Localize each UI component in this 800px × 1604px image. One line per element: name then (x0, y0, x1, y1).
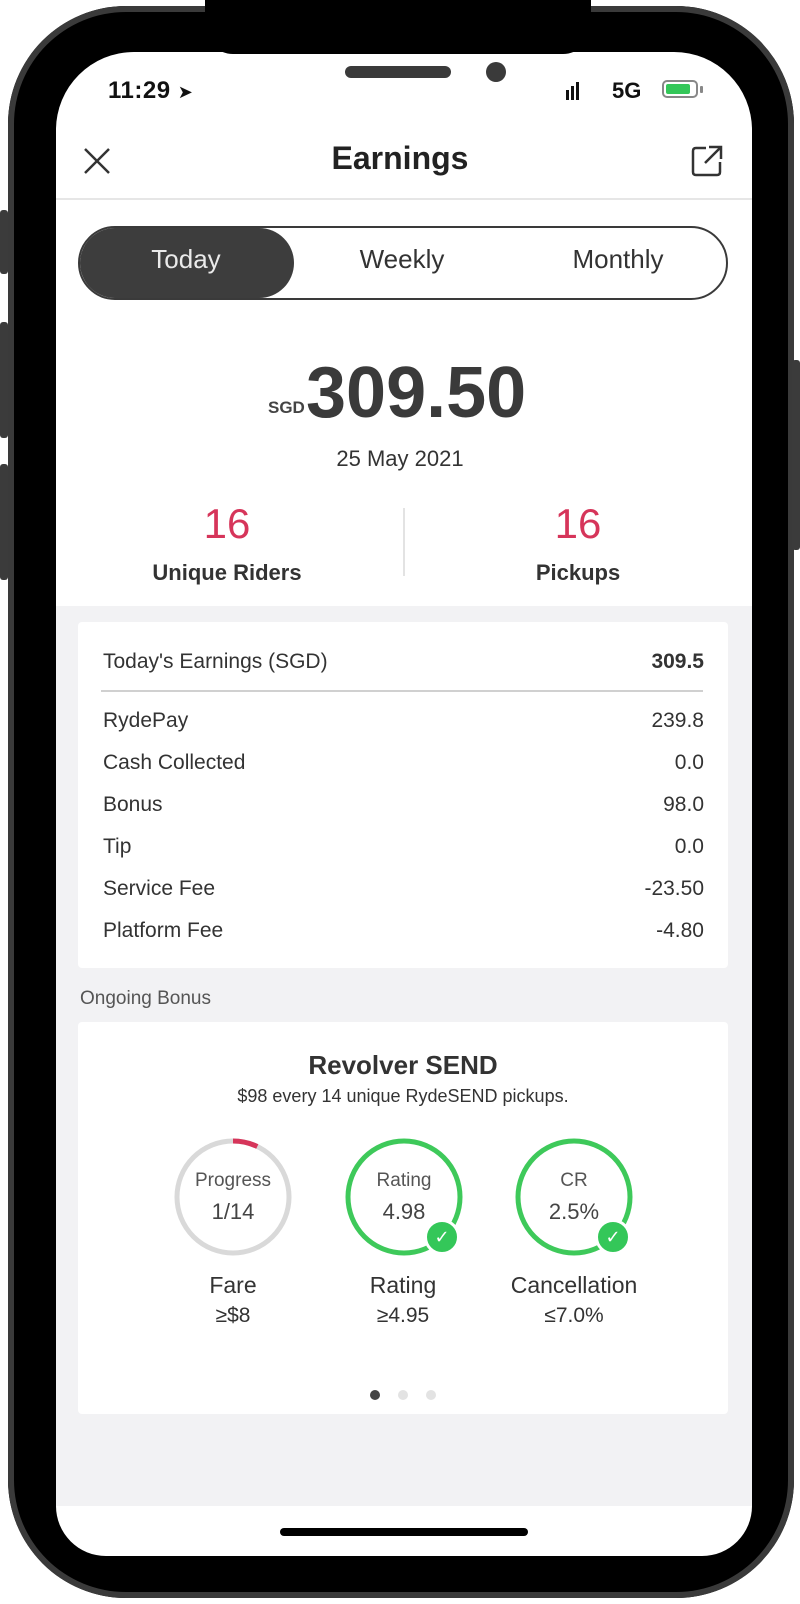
camera (486, 62, 506, 82)
earnings-row-value: 0.0 (674, 751, 704, 774)
earnings-row-value: -4.80 (656, 919, 704, 942)
ongoing-bonus-label: Ongoing Bonus (80, 988, 211, 1009)
cancellation-ring-label: CR (560, 1170, 588, 1191)
progress-ring (172, 1136, 294, 1258)
page-dot-2[interactable] (398, 1390, 408, 1400)
earnings-total: 309.5 (651, 650, 704, 673)
network-label: 5G (612, 78, 642, 103)
earnings-row-value: -23.50 (644, 877, 704, 900)
earnings-row-value: 98.0 (663, 793, 704, 816)
unique-riders-label: Unique Riders (152, 560, 302, 585)
earnings-row-label: RydePay (103, 709, 189, 732)
page-dot-1[interactable] (370, 1390, 380, 1400)
battery-icon (662, 80, 698, 98)
phone-side-button (0, 464, 8, 580)
rating-check-icon: ✓ (424, 1219, 460, 1255)
battery-tip (700, 86, 703, 93)
page-dot-3[interactable] (426, 1390, 436, 1400)
cancellation-check-icon: ✓ (595, 1219, 631, 1255)
earnings-row-value: 0.0 (674, 835, 704, 858)
earnings-row-label: Tip (103, 835, 132, 858)
rating-ring-label: Rating (376, 1170, 432, 1191)
earnings-row-value: 239.8 (651, 709, 704, 732)
summary-date: 25 May 2021 (336, 446, 464, 471)
earnings-divider (101, 690, 703, 692)
rating-requirement: ≥4.95 (376, 1304, 430, 1327)
phone-side-button (0, 210, 8, 274)
notch (205, 0, 591, 54)
currency-label: SGD (268, 398, 305, 417)
phone-side-button (0, 322, 8, 438)
cancellation-label: Cancellation (510, 1272, 638, 1298)
rating-label: Rating (369, 1272, 437, 1298)
earnings-row-label: Cash Collected (103, 751, 246, 774)
speaker (345, 66, 451, 78)
bonus-subtitle: $98 every 14 unique RydeSEND pickups. (237, 1086, 569, 1106)
signal-icon (566, 82, 580, 105)
tab-weekly[interactable]: Weekly (302, 244, 502, 275)
header-divider (56, 198, 752, 200)
earnings-title: Today's Earnings (SGD) (103, 650, 328, 673)
total-amount: 309.50 (306, 353, 527, 433)
stats-divider (403, 508, 405, 576)
progress-ring-label: Progress (194, 1170, 272, 1191)
unique-riders-count: 16 (203, 500, 251, 547)
bonus-title: Revolver SEND (308, 1050, 498, 1080)
cancellation-requirement: ≤7.0% (544, 1304, 604, 1327)
page-title: Earnings (331, 140, 469, 176)
location-icon: ➤ (177, 82, 194, 102)
status-time: 11:29 ➤ (108, 77, 194, 104)
progress-ring-value: 1/14 (211, 1199, 255, 1224)
pickups-label: Pickups (535, 560, 621, 585)
tab-monthly[interactable]: Monthly (518, 244, 718, 275)
tab-today[interactable]: Today (86, 244, 286, 275)
pickups-count: 16 (554, 500, 602, 547)
share-icon[interactable] (690, 144, 724, 178)
earnings-row-label: Service Fee (103, 877, 216, 900)
earnings-row-label: Bonus (103, 793, 163, 816)
earnings-row-label: Platform Fee (103, 919, 224, 942)
home-indicator[interactable] (280, 1528, 528, 1536)
